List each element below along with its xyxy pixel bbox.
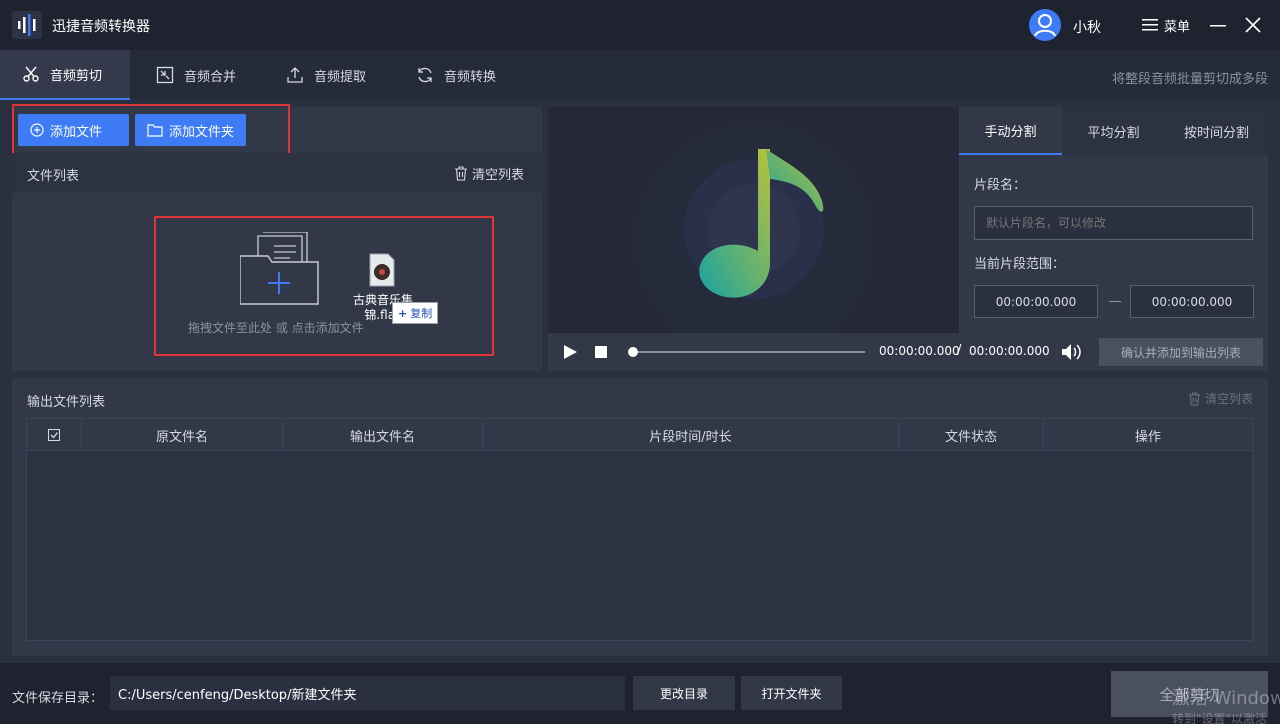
tab-audio-cut[interactable]: 音频剪切 <box>0 50 130 100</box>
range-dash <box>1109 301 1121 302</box>
convert-icon <box>418 67 432 83</box>
tab-label: 音频转换 <box>444 69 497 85</box>
tab-hint: 将整段音频批量剪切成多段 <box>1111 72 1268 87</box>
highlight-box-add-buttons <box>12 104 290 158</box>
split-tabs: 手动分割 平均分割 按时间分割 <box>959 107 1268 155</box>
column-header: 原文件名 <box>82 419 283 451</box>
check-icon <box>50 432 59 439</box>
username[interactable]: 小秋 <box>1073 17 1101 37</box>
copy-tooltip: + 复制 <box>392 302 439 324</box>
scissors-icon <box>23 66 39 82</box>
hamburger-icon <box>1142 19 1158 31</box>
select-all-checkbox[interactable] <box>48 429 60 441</box>
app-title: 迅捷音频转换器 <box>52 19 150 35</box>
column-header: 输出文件名 <box>283 419 483 451</box>
clear-label: 清空列表 <box>1204 392 1253 406</box>
save-path-field[interactable]: C:/Users/cenfeng/Desktop/新建文件夹 <box>110 676 625 710</box>
music-file-icon <box>369 253 395 287</box>
column-header: 操作 <box>1134 429 1161 445</box>
title-bar: 迅捷音频转换器 小秋 菜单 <box>0 0 1280 50</box>
segment-name-input[interactable] <box>974 206 1253 240</box>
windows-activation-watermark-sub: 转到"设置"以激活 <box>1172 712 1268 724</box>
copy-label: 复制 <box>410 307 433 320</box>
confirm-add-output-button[interactable]: 确认并添加到输出列表 <box>1099 338 1263 366</box>
tab-audio-convert[interactable]: 音频转换 <box>394 50 520 100</box>
tab-audio-extract[interactable]: 音频提取 <box>264 50 390 100</box>
progress-handle[interactable] <box>628 347 638 357</box>
file-toolbar: 添加文件 添加文件夹 <box>12 104 542 158</box>
drop-hint: 拖拽文件至此处 或 点击添加文件 <box>188 321 364 335</box>
trash-icon <box>454 166 467 181</box>
current-time: 00:00:00.000 <box>879 344 960 358</box>
range-end-input[interactable]: 00:00:00.000 <box>1130 285 1254 318</box>
tab-label: 音频合并 <box>184 69 237 85</box>
open-folder-button[interactable]: 打开文件夹 <box>741 676 842 710</box>
column-header: 片段时间/时长 <box>483 419 899 451</box>
progress-track[interactable] <box>628 347 865 357</box>
user-avatar-icon[interactable] <box>1029 9 1061 41</box>
range-start-input[interactable]: 00:00:00.000 <box>974 285 1098 318</box>
merge-icon <box>156 66 174 84</box>
output-panel: 输出文件列表 清空列表 原文件名 输出文件名 片段时间/时长 文件状态 操作 <box>12 378 1268 656</box>
close-icon[interactable] <box>1242 14 1264 36</box>
change-dir-button[interactable]: 更改目录 <box>633 676 735 710</box>
menu-button[interactable]: 菜单 <box>1142 15 1190 35</box>
file-drop-zone[interactable]: 拖拽文件至此处 或 点击添加文件 古典音乐集锦.flac + 复制 <box>154 216 494 356</box>
column-header: 文件状态 <box>899 419 1044 451</box>
main-tab-bar: 音频剪切 音频合并 音频提取 音频转换 将整段音频批量剪切成多段 <box>0 50 1280 100</box>
tab-audio-merge[interactable]: 音频合并 <box>134 50 260 100</box>
tab-label: 音频剪切 <box>50 68 103 84</box>
output-table: 原文件名 输出文件名 片段时间/时长 文件状态 操作 <box>26 418 1253 641</box>
play-icon[interactable] <box>562 344 578 360</box>
menu-label: 菜单 <box>1164 19 1191 35</box>
segment-name-label: 片段名： <box>974 178 1027 193</box>
segment-range-label: 当前片段范围： <box>974 257 1066 272</box>
trash-icon <box>1188 391 1201 406</box>
file-list-title: 文件列表 <box>27 169 80 184</box>
music-note-icon <box>699 149 824 298</box>
minimize-icon[interactable] <box>1207 14 1229 36</box>
clear-file-list-button[interactable]: 清空列表 <box>454 164 524 183</box>
select-all-cell[interactable] <box>27 419 82 451</box>
add-folder-illustration-icon <box>240 232 319 305</box>
output-table-header: 原文件名 输出文件名 片段时间/时长 文件状态 操作 <box>27 419 1252 451</box>
windows-activation-watermark: 激活 Windows <box>1172 688 1280 709</box>
save-dir-label: 文件保存目录： <box>12 691 104 706</box>
plus-icon: + <box>398 306 408 320</box>
total-time: 00:00:00.000 <box>969 344 1050 358</box>
tab-manual-split[interactable]: 手动分割 <box>959 107 1062 155</box>
app-logo-icon <box>12 11 42 39</box>
bottom-bar: 文件保存目录： C:/Users/cenfeng/Desktop/新建文件夹 更… <box>0 663 1280 724</box>
audio-preview <box>548 107 959 333</box>
time-separator: / <box>957 343 962 358</box>
player-controls: 00:00:00.000 / 00:00:00.000 确认并添加到输出列表 <box>548 333 1268 371</box>
tab-time-split[interactable]: 按时间分割 <box>1165 107 1268 155</box>
tab-average-split[interactable]: 平均分割 <box>1062 107 1165 155</box>
stop-icon[interactable] <box>595 346 607 358</box>
output-list-title: 输出文件列表 <box>27 395 106 410</box>
split-panel: 手动分割 平均分割 按时间分割 片段名： 当前片段范围： 00:00:00.00… <box>959 107 1268 333</box>
file-list-header: 文件列表 清空列表 <box>12 153 542 193</box>
clear-output-list-button[interactable]: 清空列表 <box>1188 390 1253 407</box>
clear-label: 清空列表 <box>471 168 524 183</box>
tab-label: 音频提取 <box>314 69 367 85</box>
file-panel: 添加文件 添加文件夹 文件列表 清空列表 拖拽文件至此处 或 点击添加文件 古典… <box>12 104 542 371</box>
extract-icon <box>287 67 303 83</box>
volume-icon[interactable] <box>1060 342 1082 362</box>
